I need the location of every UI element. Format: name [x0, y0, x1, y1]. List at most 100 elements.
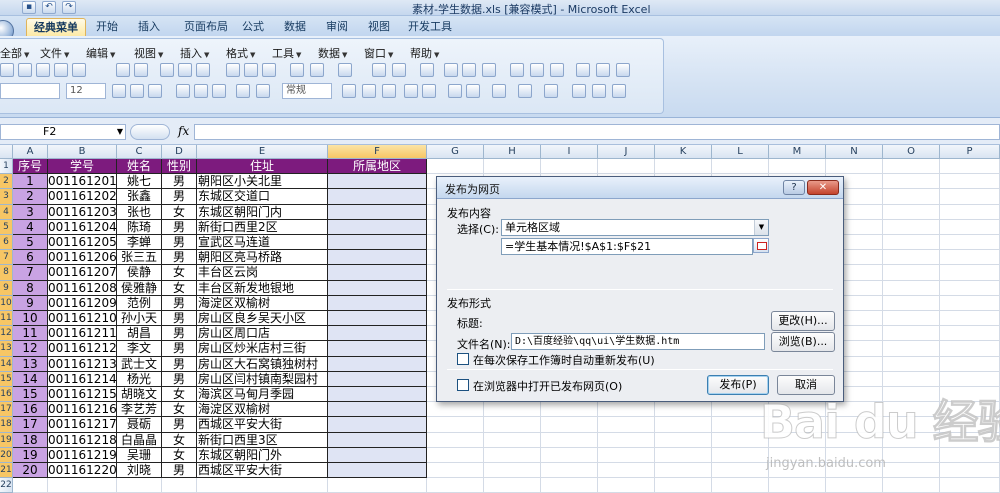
grid-cell[interactable] [883, 356, 940, 372]
column-header-e[interactable]: E [197, 145, 328, 159]
table-cell[interactable]: 5 [13, 235, 48, 251]
table-cell[interactable]: 9 [13, 295, 48, 311]
table-cell[interactable]: 001161218 [48, 432, 117, 448]
menu-format[interactable]: 格式 ▼ [226, 45, 255, 61]
table-cell[interactable]: 武士文 [117, 356, 162, 372]
table-cell[interactable]: 001161215 [48, 387, 117, 403]
increase-indent-icon[interactable] [466, 84, 480, 98]
row-header[interactable]: 7 [0, 250, 13, 266]
table-cell[interactable]: 女 [162, 432, 197, 448]
filter-icon[interactable] [482, 63, 496, 77]
grid-cell[interactable] [484, 478, 541, 493]
table-cell[interactable]: 张鑫 [117, 189, 162, 205]
grid-cell[interactable] [883, 159, 940, 175]
decrease-decimal-icon[interactable] [422, 84, 436, 98]
table-cell[interactable]: 胡昌 [117, 326, 162, 342]
table-cell[interactable]: 陈琦 [117, 219, 162, 235]
grid-cell[interactable] [883, 250, 940, 266]
table-header-cell[interactable]: 序号 [13, 159, 48, 175]
table-cell[interactable]: 001161208 [48, 280, 117, 296]
formula-controls[interactable] [130, 124, 170, 140]
table-cell[interactable]: 杨光 [117, 371, 162, 387]
drawing-icon[interactable] [530, 63, 544, 77]
range-picker-icon[interactable] [753, 238, 769, 253]
help-icon[interactable] [616, 63, 630, 77]
table-cell[interactable]: 范例 [117, 295, 162, 311]
cut-icon[interactable] [226, 63, 240, 77]
region-cell[interactable] [328, 402, 427, 418]
formula-input[interactable] [194, 124, 1000, 140]
table-cell[interactable]: 男 [162, 295, 197, 311]
research-icon[interactable] [178, 63, 192, 77]
font-size-combo[interactable]: 12 [66, 83, 106, 99]
save-icon[interactable] [36, 63, 50, 77]
select-all-corner[interactable] [0, 145, 13, 159]
style-combo[interactable]: 常规 [282, 83, 332, 99]
table-cell[interactable]: 刘晓 [117, 463, 162, 479]
range-input[interactable]: =学生基本情况!$A$1:$F$21 [501, 238, 753, 255]
toolbar-options-icon[interactable] [612, 84, 626, 98]
open-in-browser-checkbox[interactable] [457, 379, 469, 391]
grid-cell[interactable] [883, 235, 940, 251]
table-cell[interactable]: 16 [13, 402, 48, 418]
grid-cell[interactable] [598, 432, 655, 448]
grid-cell[interactable] [883, 189, 940, 205]
column-header-n[interactable]: N [826, 145, 883, 159]
grid-cell[interactable] [883, 311, 940, 327]
region-cell[interactable] [328, 189, 427, 205]
row-header[interactable]: 12 [0, 326, 13, 342]
table-cell[interactable]: 12 [13, 341, 48, 357]
column-header-o[interactable]: O [883, 145, 940, 159]
tab-view[interactable]: 视图 [364, 18, 394, 36]
align-right-icon[interactable] [212, 84, 226, 98]
table-cell[interactable]: 东城区交道口 [197, 189, 328, 205]
grid-cell[interactable] [940, 159, 1000, 175]
save-icon[interactable]: ▪ [22, 1, 36, 14]
grid-cell[interactable] [883, 280, 940, 296]
table-cell[interactable]: 男 [162, 189, 197, 205]
table-cell[interactable]: 男 [162, 356, 197, 372]
grid-cell[interactable] [598, 478, 655, 493]
grid-cell[interactable] [541, 463, 598, 479]
filename-input[interactable]: D:\百度经验\qq\ui\学生数据.htm [511, 333, 765, 350]
font-name-combo[interactable] [0, 83, 60, 99]
grid-cell[interactable] [48, 478, 117, 493]
grid-cell[interactable] [541, 447, 598, 463]
table-cell[interactable]: 海滨区马甸月季园 [197, 387, 328, 403]
grid-cell[interactable] [883, 219, 940, 235]
redo-icon[interactable] [338, 63, 352, 77]
table-cell[interactable]: 房山区周口店 [197, 326, 328, 342]
align-center-icon[interactable] [194, 84, 208, 98]
tab-data[interactable]: 数据 [280, 18, 310, 36]
table-cell[interactable]: 13 [13, 356, 48, 372]
table-cell[interactable]: 001161212 [48, 341, 117, 357]
table-cell[interactable]: 男 [162, 235, 197, 251]
grid-cell[interactable] [541, 159, 598, 175]
grid-cell[interactable] [541, 402, 598, 418]
column-header-h[interactable]: H [484, 145, 541, 159]
column-header-m[interactable]: M [769, 145, 826, 159]
table-cell[interactable]: 18 [13, 432, 48, 448]
grid-cell[interactable] [883, 326, 940, 342]
table-cell[interactable]: 3 [13, 204, 48, 220]
table-cell[interactable]: 11 [13, 326, 48, 342]
region-cell[interactable] [328, 447, 427, 463]
comma-icon[interactable] [382, 84, 396, 98]
grid-cell[interactable] [427, 402, 484, 418]
table-header-cell[interactable]: 住址 [197, 159, 328, 175]
table-cell[interactable]: 20 [13, 463, 48, 479]
table-cell[interactable]: 001161213 [48, 356, 117, 372]
grid-cell[interactable] [541, 417, 598, 433]
table-cell[interactable]: 海淀区双榆树 [197, 295, 328, 311]
currency-icon[interactable] [342, 84, 356, 98]
grid-cell[interactable] [117, 478, 162, 493]
grid-cell[interactable] [427, 432, 484, 448]
menu-help[interactable]: 帮助 ▼ [410, 45, 439, 61]
table-cell[interactable]: 西城区平安大街 [197, 463, 328, 479]
grid-cell[interactable] [427, 463, 484, 479]
grid-cell[interactable] [883, 204, 940, 220]
table-cell[interactable]: 男 [162, 219, 197, 235]
grid-cell[interactable] [940, 174, 1000, 190]
grid-cell[interactable] [484, 159, 541, 175]
region-cell[interactable] [328, 250, 427, 266]
